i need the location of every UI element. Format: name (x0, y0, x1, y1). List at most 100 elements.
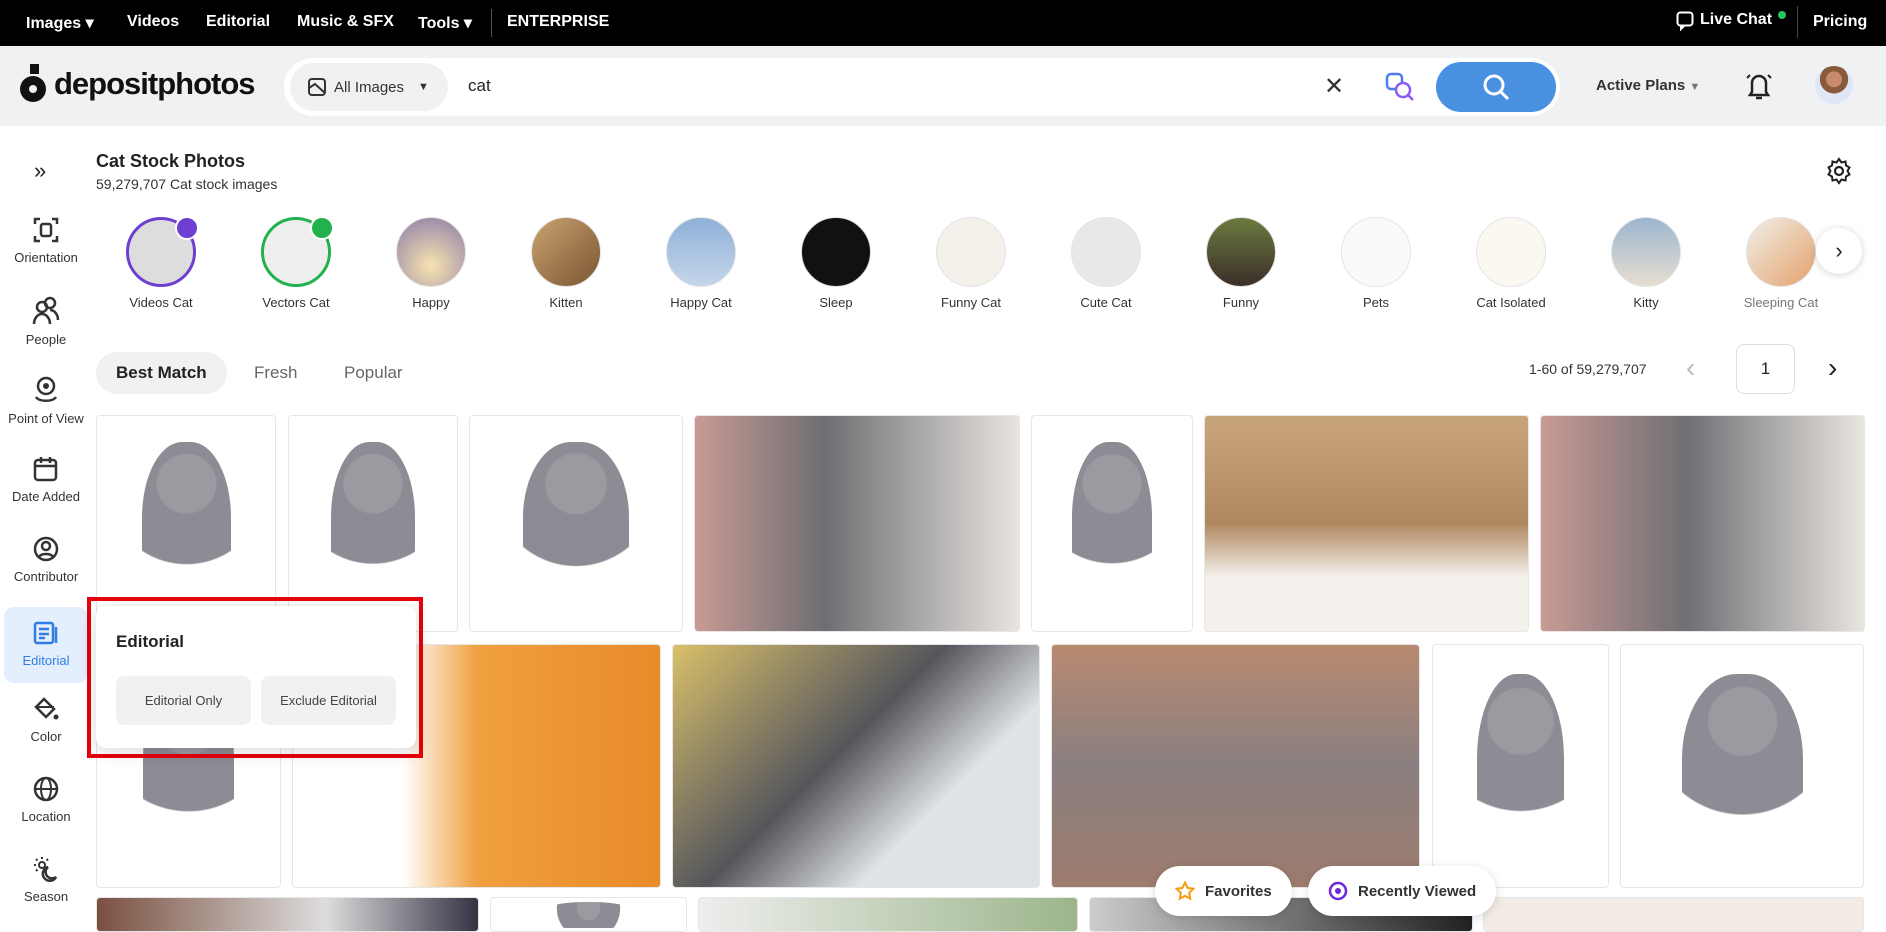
next-page-button[interactable]: › (1828, 352, 1837, 384)
result-image[interactable] (694, 415, 1020, 632)
result-image[interactable] (698, 897, 1078, 932)
search-button[interactable] (1436, 62, 1556, 112)
search-input[interactable]: cat (468, 76, 491, 96)
paint-bucket-icon (34, 697, 59, 720)
cat-figure (1681, 674, 1803, 863)
result-image[interactable] (1540, 415, 1865, 632)
visual-search-icon[interactable] (1384, 71, 1416, 103)
filter-season[interactable]: Season (4, 855, 88, 904)
filter-color[interactable]: Color (4, 695, 88, 744)
chip-thumbnail (1341, 217, 1411, 287)
result-image[interactable] (1051, 644, 1420, 888)
expand-sidebar-icon[interactable]: » (34, 158, 46, 184)
chip-videos-cat[interactable]: Videos Cat (101, 216, 221, 310)
editorial-only-button[interactable]: Editorial Only (116, 676, 251, 725)
nav-tools[interactable]: Tools ▾ (418, 13, 472, 33)
result-image[interactable] (1620, 644, 1864, 888)
chip-cat-isolated[interactable]: Cat Isolated (1451, 217, 1571, 310)
label: Orientation (14, 250, 78, 265)
tab-best-match[interactable]: Best Match (96, 352, 227, 394)
result-image[interactable] (1031, 415, 1193, 632)
nav-pricing[interactable]: Pricing (1813, 13, 1867, 31)
chat-icon (1676, 11, 1694, 31)
label: Point of View (8, 411, 84, 426)
chips-next-button[interactable]: › (1816, 228, 1862, 274)
label: Season (23, 889, 69, 904)
recently-viewed-button[interactable]: Recently Viewed (1308, 866, 1497, 916)
vector-badge-icon (310, 216, 334, 240)
page-number-input[interactable]: 1 (1736, 344, 1795, 394)
label: Location (21, 809, 71, 824)
star-icon (1175, 881, 1195, 901)
active-plans-label: Active Plans (1596, 77, 1686, 94)
active-plans-dropdown[interactable]: Active Plans ▼ (1596, 77, 1700, 94)
clear-icon[interactable]: ✕ (1324, 72, 1344, 101)
scope-dropdown[interactable]: All Images ▼ (290, 63, 448, 111)
chip-thumbnail (261, 216, 334, 287)
chip-thumbnail (531, 217, 601, 287)
nav-enterprise[interactable]: ENTERPRISE (507, 13, 609, 31)
chip-thumbnail (1746, 217, 1816, 287)
eye-icon (1328, 881, 1348, 901)
result-image[interactable] (96, 897, 479, 932)
filter-point-of-view[interactable]: Point of View (4, 375, 88, 426)
point-of-view-icon (34, 376, 58, 402)
favorites-button[interactable]: Favorites (1155, 866, 1292, 916)
nav-images[interactable]: Images ▾ (26, 13, 94, 33)
chip-funny[interactable]: Funny (1181, 217, 1301, 310)
online-dot (1778, 11, 1787, 19)
filter-orientation[interactable]: Orientation (4, 216, 88, 265)
result-image[interactable] (490, 897, 687, 932)
result-count: 59,279,707 Cat stock images (96, 176, 278, 192)
chip-cute-cat[interactable]: Cute Cat (1046, 217, 1166, 310)
globe-icon (33, 776, 59, 802)
tab-fresh[interactable]: Fresh (234, 352, 317, 394)
filter-people[interactable]: People (4, 296, 88, 347)
filter-date-added[interactable]: Date Added (4, 455, 88, 504)
image-icon (308, 78, 326, 96)
cat-figure (1476, 674, 1565, 863)
cat-figure (539, 901, 638, 928)
chip-sleep[interactable]: Sleep (776, 217, 896, 310)
popup-title: Editorial (116, 632, 185, 651)
chip-happy[interactable]: Happy (371, 217, 491, 310)
avatar[interactable] (1815, 66, 1853, 104)
nav-editorial[interactable]: Editorial (206, 13, 270, 31)
result-image[interactable] (1204, 415, 1529, 632)
people-icon (32, 296, 60, 325)
chip-thumbnail (1611, 217, 1681, 287)
gear-icon[interactable] (1825, 157, 1853, 185)
result-image[interactable] (672, 644, 1040, 888)
filter-contributor[interactable]: Contributor (4, 535, 88, 584)
label: Recently Viewed (1358, 882, 1477, 900)
exclude-editorial-button[interactable]: Exclude Editorial (261, 676, 396, 725)
chip-happy-cat[interactable]: Happy Cat (641, 217, 761, 310)
result-image[interactable] (1432, 644, 1609, 888)
prev-page-button[interactable]: ‹ (1686, 352, 1695, 384)
result-image[interactable] (1483, 897, 1864, 932)
editorial-icon (33, 621, 58, 645)
filter-location[interactable]: Location (4, 775, 88, 824)
nav-videos[interactable]: Videos (127, 13, 179, 31)
editorial-popup: Editorial Editorial Only Exclude Editori… (96, 606, 416, 748)
bell-icon[interactable] (1744, 70, 1774, 102)
live-chat-link[interactable]: Live Chat (1676, 11, 1787, 31)
label: People (25, 332, 67, 347)
chip-kitty[interactable]: Kitty (1586, 217, 1706, 310)
chip-funny-cat[interactable]: Funny Cat (911, 217, 1031, 310)
chip-label: Happy Cat (670, 295, 732, 310)
logo[interactable]: depositphotos (18, 64, 256, 104)
label: Contributor (13, 569, 79, 584)
chip-label: Vectors Cat (262, 295, 330, 310)
nav-music-sfx[interactable]: Music & SFX (297, 13, 394, 31)
chip-thumbnail (126, 216, 199, 287)
tab-popular[interactable]: Popular (324, 352, 423, 394)
chip-vectors-cat[interactable]: Vectors Cat (236, 216, 356, 310)
chip-label: Sleeping Cat (1743, 295, 1819, 310)
chip-label: Cat Isolated (1476, 295, 1546, 310)
chip-pets[interactable]: Pets (1316, 217, 1436, 310)
chip-kitten[interactable]: Kitten (506, 217, 626, 310)
filter-editorial[interactable]: Editorial (4, 607, 88, 683)
logo-mark-icon (20, 64, 46, 102)
result-image[interactable] (469, 415, 683, 632)
